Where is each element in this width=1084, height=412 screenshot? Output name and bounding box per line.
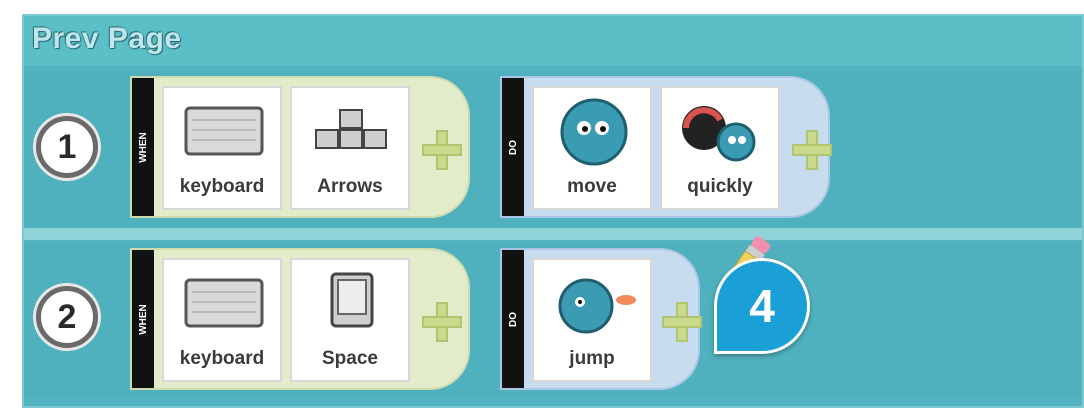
card-label: keyboard <box>179 176 265 197</box>
arrows-card[interactable]: Arrows <box>290 86 410 210</box>
arrow-keys-icon <box>315 109 387 149</box>
add-do-plus-icon[interactable] <box>792 130 832 170</box>
do-block[interactable]: DO jump <box>500 248 702 390</box>
keyboard-icon <box>184 278 264 328</box>
rule-row-1: 1 WHEN keyboard Arrows DO move quickly <box>24 70 1082 226</box>
card-label: quickly <box>687 176 753 197</box>
do-bar: DO <box>502 78 524 216</box>
rule-number-1: 1 <box>36 116 98 178</box>
space-key-icon <box>330 272 374 328</box>
rule-number-2: 2 <box>36 286 98 348</box>
add-when-plus-icon[interactable] <box>422 130 462 170</box>
move-character-icon <box>560 98 628 166</box>
when-bar: WHEN <box>132 250 154 388</box>
do-block[interactable]: DO move quickly <box>500 76 832 218</box>
card-label: move <box>567 176 617 197</box>
space-card[interactable]: Space <box>290 258 410 382</box>
add-when-plus-icon[interactable] <box>422 302 462 342</box>
rule-row-2: 2 WHEN keyboard Space DO jump <box>24 242 1082 398</box>
card-label: Space <box>322 348 378 369</box>
when-block[interactable]: WHEN keyboard Arrows <box>130 76 470 218</box>
jump-card[interactable]: jump <box>532 258 652 382</box>
keyboard-icon <box>184 106 264 156</box>
card-label: keyboard <box>179 348 265 369</box>
move-card[interactable]: move <box>532 86 652 210</box>
do-bar: DO <box>502 250 524 388</box>
speed-gauge-icon <box>682 106 756 162</box>
when-block[interactable]: WHEN keyboard Space <box>130 248 470 390</box>
behind-text <box>26 84 33 112</box>
callout-number: 4 <box>714 258 810 354</box>
prev-page-button[interactable]: Prev Page <box>32 22 182 56</box>
rules-editor: Prev Page 1 WHEN keyboard Arrows DO move… <box>22 14 1084 408</box>
jump-character-icon <box>558 278 636 334</box>
keyboard-card[interactable]: keyboard <box>162 258 282 382</box>
step-callout: 4 <box>704 256 812 356</box>
row-separator <box>24 228 1082 240</box>
add-do-plus-icon[interactable] <box>662 302 702 342</box>
when-bar: WHEN <box>132 78 154 216</box>
card-label: Arrows <box>317 176 383 197</box>
keyboard-card[interactable]: keyboard <box>162 86 282 210</box>
card-label: jump <box>569 348 615 369</box>
quickly-card[interactable]: quickly <box>660 86 780 210</box>
top-bar: Prev Page <box>24 16 1082 66</box>
